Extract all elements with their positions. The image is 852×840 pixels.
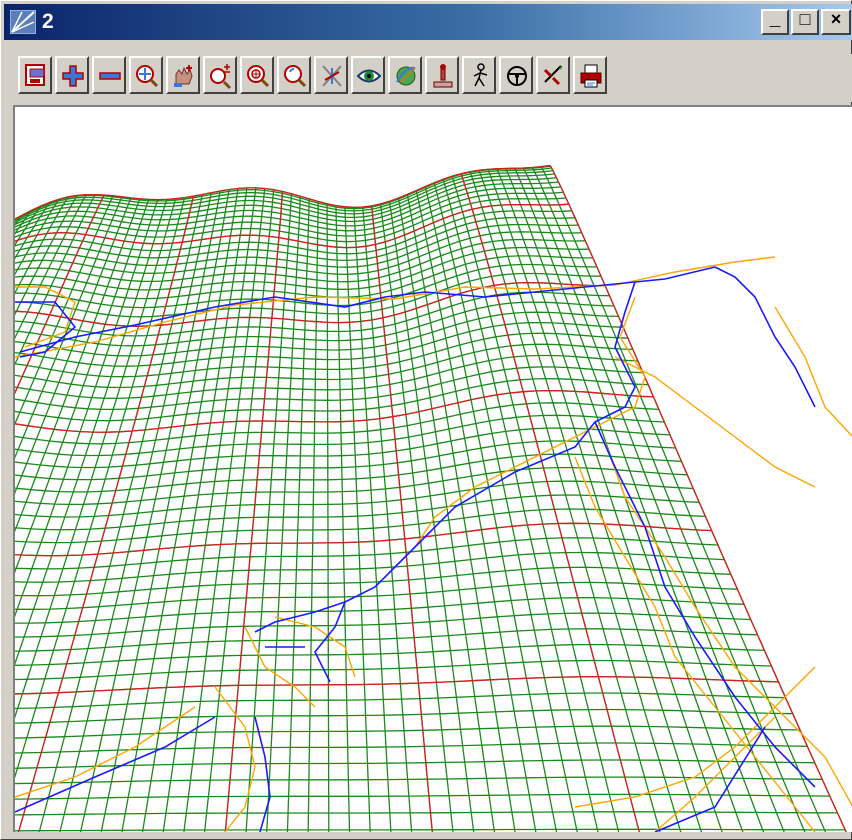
zoom-center-button[interactable] <box>240 56 274 94</box>
walker-icon <box>473 63 488 87</box>
zoom-in-button[interactable] <box>55 56 89 94</box>
zoom-dynamic-button[interactable] <box>203 56 237 94</box>
view-window: 2 _ □ × <box>0 0 852 840</box>
grid-line <box>141 187 248 832</box>
printer-icon <box>580 64 602 88</box>
hand-icon <box>174 65 193 87</box>
grid-line <box>15 692 786 710</box>
magnifier-icon <box>284 65 307 88</box>
window-controls: _ □ × <box>761 9 851 35</box>
walk-button[interactable] <box>462 56 496 94</box>
zoom-previous-button[interactable] <box>277 56 311 94</box>
grid-line <box>15 793 830 800</box>
joystick-button[interactable] <box>425 56 459 94</box>
fit-view-icon <box>25 64 45 86</box>
print-button[interactable] <box>573 56 607 94</box>
joystick-icon <box>433 64 453 88</box>
grid-line <box>15 776 823 785</box>
grid-line <box>549 165 847 832</box>
grid-line <box>203 189 275 832</box>
zoom-window-button[interactable] <box>129 56 163 94</box>
grid-line <box>15 566 731 597</box>
view-toolbar <box>4 54 852 102</box>
plane-icon <box>543 65 563 86</box>
terrain-scene <box>15 164 852 832</box>
grid-line <box>15 508 706 544</box>
grid-line <box>335 205 351 832</box>
grid-line <box>344 206 371 832</box>
maximize-button[interactable]: □ <box>791 9 819 35</box>
grid-line <box>15 725 801 739</box>
magnifier-target-icon <box>247 65 270 88</box>
grid-line <box>15 213 25 226</box>
pan-button[interactable] <box>166 56 200 94</box>
window-title: 2 <box>42 10 54 33</box>
eye-icon <box>356 69 382 83</box>
major-grid-line <box>549 165 847 832</box>
magnifier-crosshair-icon <box>136 65 159 88</box>
zoom-out-button[interactable] <box>92 56 126 94</box>
minus-icon <box>99 72 121 80</box>
fit-view-button[interactable] <box>18 56 52 94</box>
grid-line <box>121 188 239 832</box>
eye-view-button[interactable] <box>351 56 385 94</box>
major-grid-line <box>371 205 433 832</box>
contour-line <box>774 306 852 437</box>
grid-line <box>15 659 772 681</box>
grid-line <box>245 193 293 832</box>
grid-line <box>15 828 846 832</box>
fly-button[interactable] <box>536 56 570 94</box>
drive-button[interactable] <box>499 56 533 94</box>
stream-line <box>714 266 816 408</box>
globe-icon <box>396 66 416 86</box>
grid-line <box>478 170 682 832</box>
contour-line <box>214 686 256 832</box>
orbit-button[interactable] <box>388 56 422 94</box>
grid-line <box>531 167 806 832</box>
3d-view-canvas[interactable] <box>13 105 852 832</box>
contour-line <box>384 296 646 578</box>
steering-wheel-icon <box>507 66 527 86</box>
grid-line <box>15 811 838 816</box>
rotate-view-button[interactable] <box>314 56 348 94</box>
terrain-grid-lines <box>15 164 847 832</box>
title-bar[interactable]: 2 <box>4 4 852 40</box>
grid-line <box>353 207 392 832</box>
grid-line <box>433 182 578 832</box>
minimize-button[interactable]: _ <box>761 9 789 35</box>
view-window-icon <box>10 10 36 34</box>
grid-line <box>495 168 723 832</box>
plus-icon <box>62 65 84 87</box>
axes-rotate-icon <box>322 65 342 87</box>
grid-line <box>15 255 593 300</box>
close-button[interactable]: × <box>821 9 851 35</box>
grid-line <box>442 179 599 832</box>
major-grid-line <box>460 173 641 832</box>
magnifier-plus-minus-icon <box>210 64 232 90</box>
